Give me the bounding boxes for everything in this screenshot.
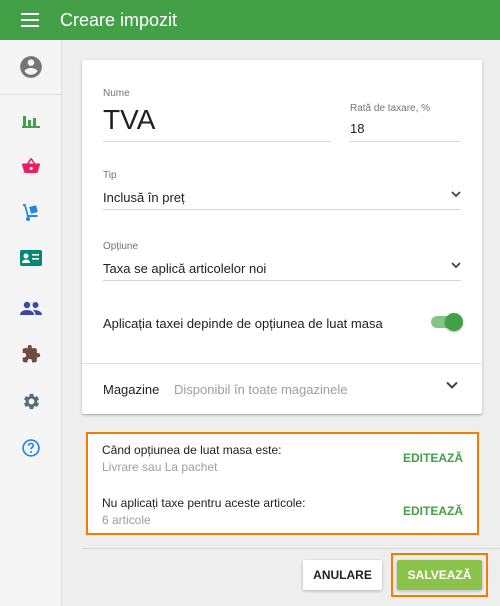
rate-label: Rată de taxare, % [350,103,431,114]
rate-field[interactable]: Rată de taxare, % 18 [350,103,460,142]
save-button[interactable]: SALVEAZĂ [397,560,482,590]
sidebar-item-sales[interactable] [0,146,62,186]
dining-option-row: Când opțiunea de luat masa este: Livrare… [102,443,463,479]
edit-items-button[interactable]: EDITEAZĂ [403,504,463,518]
help-icon [22,439,40,457]
bar-chart-icon [22,116,40,128]
rate-underline [350,141,460,142]
sidebar-item-employees[interactable] [0,288,62,328]
name-input[interactable]: TVA [103,104,155,136]
sidebar-divider [0,94,62,95]
sidebar-item-settings[interactable] [0,381,62,421]
menu-button[interactable] [0,0,60,40]
stores-value: Disponibil în toate magazinele [174,382,348,397]
items-option-row: Nu aplicați taxe pentru aceste articole:… [102,496,463,532]
rate-input[interactable]: 18 [350,121,364,136]
option-label: Opțiune [103,241,139,252]
dolly-icon [23,204,38,221]
chevron-down-icon[interactable] [446,381,458,389]
cancel-button[interactable]: ANULARE [303,560,382,590]
type-underline [103,209,461,210]
chevron-down-icon [451,262,461,269]
stores-label: Magazine [103,382,160,397]
option-select[interactable]: Opțiune Taxa se aplică articolelor noi [103,241,461,281]
sidebar [0,40,62,606]
tax-form-card: Nume TVA Rată de taxare, % 18 Tip Inclus… [82,60,482,414]
items-option-title: Nu aplicați taxe pentru aceste articole: [102,496,306,510]
items-option-value: 6 articole [102,513,151,527]
option-value: Taxa se aplică articolelor noi [103,261,267,276]
name-underline [103,141,331,142]
tax-options-panel: Când opțiunea de luat masa este: Livrare… [86,432,479,535]
sidebar-item-customers[interactable] [0,238,62,278]
app-bar: Creare impozit [0,0,500,40]
type-value: Inclusă în preț [103,190,185,205]
edit-dining-button[interactable]: EDITEAZĂ [403,451,463,465]
dining-toggle-label: Aplicația taxei depinde de opțiunea de l… [103,316,383,331]
option-underline [103,280,461,281]
gear-icon [23,393,39,409]
name-field[interactable]: Nume TVA [103,88,331,142]
sidebar-item-account[interactable] [0,47,62,87]
toggle-knob [445,313,463,331]
puzzle-icon [22,344,41,363]
sidebar-item-integrations[interactable] [0,334,62,374]
sidebar-item-help[interactable] [0,428,62,468]
dining-option-title: Când opțiunea de luat masa este: [102,443,282,457]
chevron-down-icon [451,191,461,198]
type-select[interactable]: Tip Inclusă în preț [103,170,461,210]
contact-card-icon [20,250,42,266]
name-label: Nume [103,88,130,99]
type-label: Tip [103,170,117,181]
sidebar-item-reports[interactable] [0,100,62,140]
card-divider [82,363,482,364]
page-title: Creare impozit [60,9,178,30]
footer-divider [82,548,500,549]
sidebar-item-inventory[interactable] [0,192,62,232]
shopping-basket-icon [22,157,40,173]
dining-toggle[interactable] [429,313,463,331]
account-circle-icon [20,56,42,78]
dining-option-value: Livrare sau La pachet [102,460,218,474]
menu-icon [21,13,39,27]
people-icon [20,301,42,315]
